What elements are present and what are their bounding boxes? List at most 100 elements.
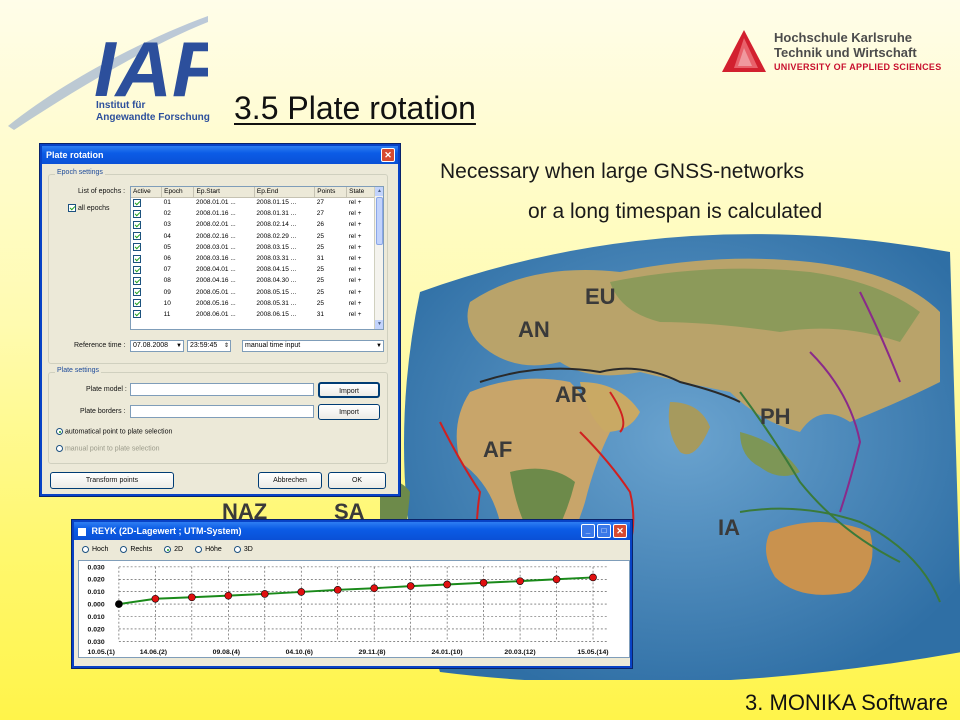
table-cell: 2008.03.31 ... (256, 255, 297, 263)
active-checkbox[interactable] (133, 243, 141, 252)
scroll-thumb[interactable] (376, 197, 383, 245)
data-point (406, 582, 415, 590)
table-cell: 01 (163, 199, 171, 207)
reference-date-picker[interactable]: 07.08.2008 ▼ (130, 340, 184, 352)
table-cell: rel + (348, 221, 362, 229)
chevron-down-icon[interactable]: ▼ (376, 341, 382, 351)
radio-icon[interactable] (164, 546, 172, 553)
iaf-caption: Institut für Angewandte Forschung (96, 100, 210, 124)
view-mode-option[interactable]: 3D (233, 546, 253, 553)
all-epochs-checkbox[interactable]: all epochs (68, 204, 109, 212)
scroll-up-icon[interactable]: ▲ (375, 187, 383, 196)
table-row[interactable]: 03 2008.02.01 ... 2008.02.14 ... 26 rel + (131, 219, 375, 230)
epoch-list-scrollbar[interactable]: ▲ ▼ (374, 187, 383, 329)
x-tick-label: 15.05.(14) (577, 649, 608, 656)
plate-label-ia: IA (718, 515, 740, 540)
table-row[interactable]: 08 2008.04.16 ... 2008.04.30 ... 25 rel + (131, 275, 375, 286)
data-point (589, 573, 597, 582)
table-row[interactable]: 01 2008.01.01 ... 2008.01.15 ... 27 rel + (131, 197, 375, 208)
radio-icon[interactable] (120, 546, 128, 553)
table-cell: 2008.05.16 ... (195, 299, 236, 307)
close-icon[interactable]: ✕ (381, 148, 395, 162)
active-checkbox[interactable] (133, 299, 141, 308)
active-checkbox[interactable] (133, 276, 141, 285)
table-row[interactable]: 11 2008.06.01 ... 2008.06.15 ... 31 rel + (131, 309, 375, 320)
active-cell[interactable] (131, 287, 162, 298)
reyk-title: REYK (2D-Lagewert ; UTM-System) (91, 526, 242, 536)
table-row[interactable]: 04 2008.02.16 ... 2008.02.29 ... 25 rel + (131, 231, 375, 242)
active-cell[interactable] (131, 242, 162, 253)
cancel-button[interactable]: Abbrechen (258, 472, 322, 489)
all-epochs-check-icon[interactable] (68, 204, 76, 212)
auto-point-option[interactable]: automatical point to plate selection (56, 428, 172, 435)
view-mode-option[interactable]: Hoch (82, 546, 108, 553)
active-checkbox[interactable] (133, 254, 141, 263)
column-header[interactable]: Points (314, 187, 348, 198)
active-checkbox[interactable] (133, 198, 141, 207)
plate-borders-input[interactable] (130, 405, 314, 418)
active-cell[interactable] (131, 219, 162, 230)
column-header[interactable]: Active (131, 187, 163, 198)
column-header[interactable]: State (346, 187, 375, 198)
time-mode-select[interactable]: manual time input ▼ (242, 340, 384, 352)
active-cell[interactable] (131, 197, 162, 208)
active-cell[interactable] (131, 309, 162, 320)
view-mode-option[interactable]: Rechts (120, 546, 152, 553)
x-tick-label: 20.03.(12) (504, 649, 535, 656)
view-mode-option[interactable]: Höhe (195, 546, 222, 553)
radio-icon[interactable] (82, 546, 89, 553)
plate-borders-import-button[interactable]: Import (318, 404, 380, 420)
spinner-icon[interactable]: ⇕ (224, 341, 229, 351)
ok-button[interactable]: OK (328, 472, 386, 489)
app-icon (78, 527, 86, 536)
table-row[interactable]: 07 2008.04.01 ... 2008.04.15 ... 25 rel + (131, 264, 375, 275)
view-mode-option[interactable]: 2D (164, 546, 183, 553)
table-cell: 10 (163, 299, 171, 307)
radio-unselected-icon[interactable] (56, 445, 63, 452)
active-checkbox[interactable] (133, 288, 141, 297)
plate-label-an: AN (518, 317, 550, 342)
active-cell[interactable] (131, 298, 162, 309)
table-row[interactable]: 05 2008.03.01 ... 2008.03.15 ... 25 rel + (131, 242, 375, 253)
manual-point-option[interactable]: manual point to plate selection (56, 445, 160, 452)
transform-points-button[interactable]: Transform points (50, 472, 174, 489)
active-checkbox[interactable] (133, 232, 141, 241)
reference-time-input[interactable]: 23:59:45 ⇕ (187, 340, 231, 352)
maximize-icon[interactable]: □ (597, 524, 611, 538)
scroll-down-icon[interactable]: ▼ (375, 320, 383, 329)
radio-icon[interactable] (233, 546, 241, 553)
radio-icon[interactable] (195, 546, 203, 553)
active-cell[interactable] (131, 253, 162, 264)
active-checkbox[interactable] (133, 209, 141, 218)
active-cell[interactable] (131, 231, 162, 242)
close-icon[interactable]: ✕ (613, 524, 627, 538)
active-cell[interactable] (131, 275, 162, 286)
active-cell[interactable] (131, 264, 162, 275)
table-cell: 2008.06.15 ... (256, 310, 297, 318)
table-row[interactable]: 06 2008.03.16 ... 2008.03.31 ... 31 rel + (131, 253, 375, 264)
table-cell: 08 (163, 277, 171, 285)
dialog-titlebar[interactable]: Plate rotation ✕ (42, 146, 398, 164)
radio-selected-icon[interactable] (56, 428, 63, 435)
active-cell[interactable] (131, 208, 162, 219)
reyk-titlebar[interactable]: REYK (2D-Lagewert ; UTM-System) _ □ ✕ (74, 522, 630, 540)
active-checkbox[interactable] (133, 220, 141, 229)
plate-model-input[interactable] (130, 383, 314, 396)
table-row[interactable]: 10 2008.05.16 ... 2008.05.31 ... 25 rel + (131, 298, 375, 309)
column-header[interactable]: Ep.Start (193, 187, 255, 198)
active-checkbox[interactable] (133, 310, 141, 319)
plate-borders-label: Plate borders : (80, 408, 126, 415)
table-row[interactable]: 09 2008.05.01 ... 2008.05.15 ... 25 rel + (131, 287, 375, 298)
active-checkbox[interactable] (133, 265, 141, 274)
column-header[interactable]: Ep.End (254, 187, 316, 198)
chevron-down-icon[interactable]: ▼ (176, 341, 182, 351)
epoch-list[interactable]: Active Epoch Ep.Start Ep.End Points Stat… (130, 186, 384, 330)
table-cell: 2008.01.01 ... (195, 199, 236, 207)
plate-model-import-button[interactable]: Import (318, 382, 380, 398)
minimize-icon[interactable]: _ (581, 524, 595, 538)
data-point (188, 593, 196, 602)
view-mode-radio-group: Hoch Rechts 2D Höhe 3D (82, 546, 265, 553)
y-tick-label: 0.020 (88, 577, 105, 584)
column-header[interactable]: Epoch (161, 187, 195, 198)
table-row[interactable]: 02 2008.01.16 ... 2008.01.31 ... 27 rel + (131, 208, 375, 219)
